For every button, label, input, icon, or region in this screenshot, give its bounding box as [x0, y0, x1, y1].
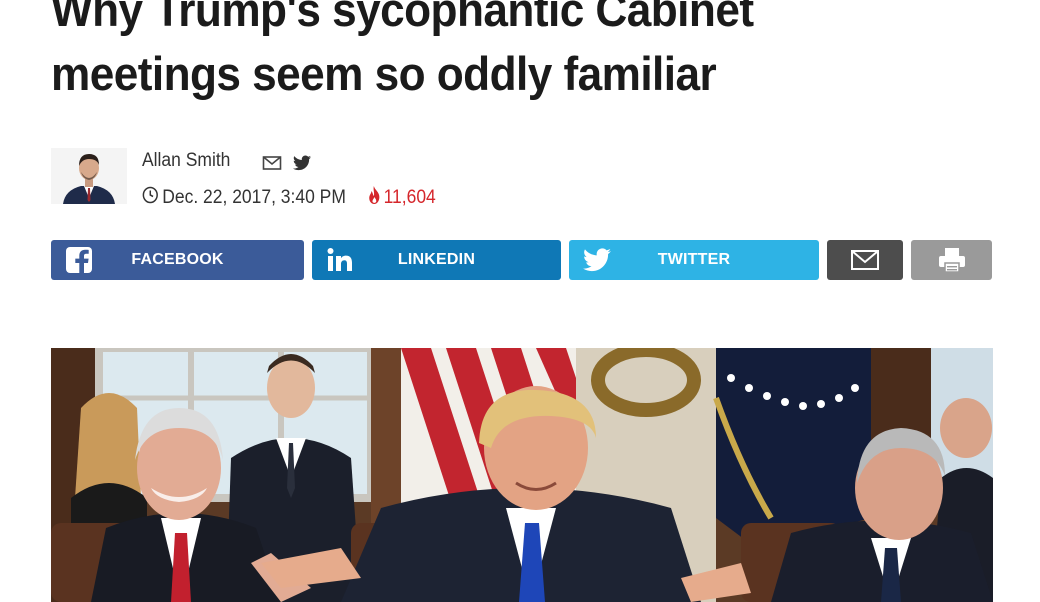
headline-line-2: meetings seem so oddly familiar — [51, 47, 717, 100]
facebook-label: FACEBOOK — [131, 251, 224, 268]
email-icon[interactable] — [262, 155, 282, 176]
envelope-icon — [850, 249, 880, 271]
clock-icon — [142, 186, 159, 210]
article-headline: Why Trump's sycophantic Cabinet meetings… — [51, 0, 953, 106]
trending-indicator: 11,604 — [368, 186, 436, 210]
article-lead-photo[interactable] — [51, 348, 993, 602]
trending-count: 11,604 — [383, 187, 436, 208]
author-avatar[interactable] — [51, 148, 127, 204]
twitter-share-button[interactable]: TWITTER — [569, 240, 819, 280]
author-name[interactable]: Allan Smith — [142, 150, 230, 172]
byline: Allan Smith Dec. 22, 2017, 3:40 PM 11,60… — [51, 148, 651, 208]
printer-icon — [937, 247, 967, 273]
avatar-image — [51, 148, 127, 204]
publish-date: Dec. 22, 2017, 3:40 PM — [162, 187, 346, 208]
cabinet-meeting-photo — [51, 348, 993, 602]
publish-info: Dec. 22, 2017, 3:40 PM 11,604 — [142, 186, 436, 210]
twitter-label: TWITTER — [657, 251, 731, 268]
linkedin-label: LINKEDIN — [397, 251, 476, 268]
flame-icon — [368, 186, 380, 210]
headline-line-1: Why Trump's sycophantic Cabinet — [51, 0, 754, 36]
linkedin-share-button[interactable]: LINKEDIN — [312, 240, 561, 280]
print-button[interactable] — [911, 240, 992, 280]
email-share-button[interactable] — [827, 240, 903, 280]
twitter-icon[interactable] — [293, 155, 311, 176]
facebook-share-button[interactable]: FACEBOOK — [51, 240, 304, 280]
